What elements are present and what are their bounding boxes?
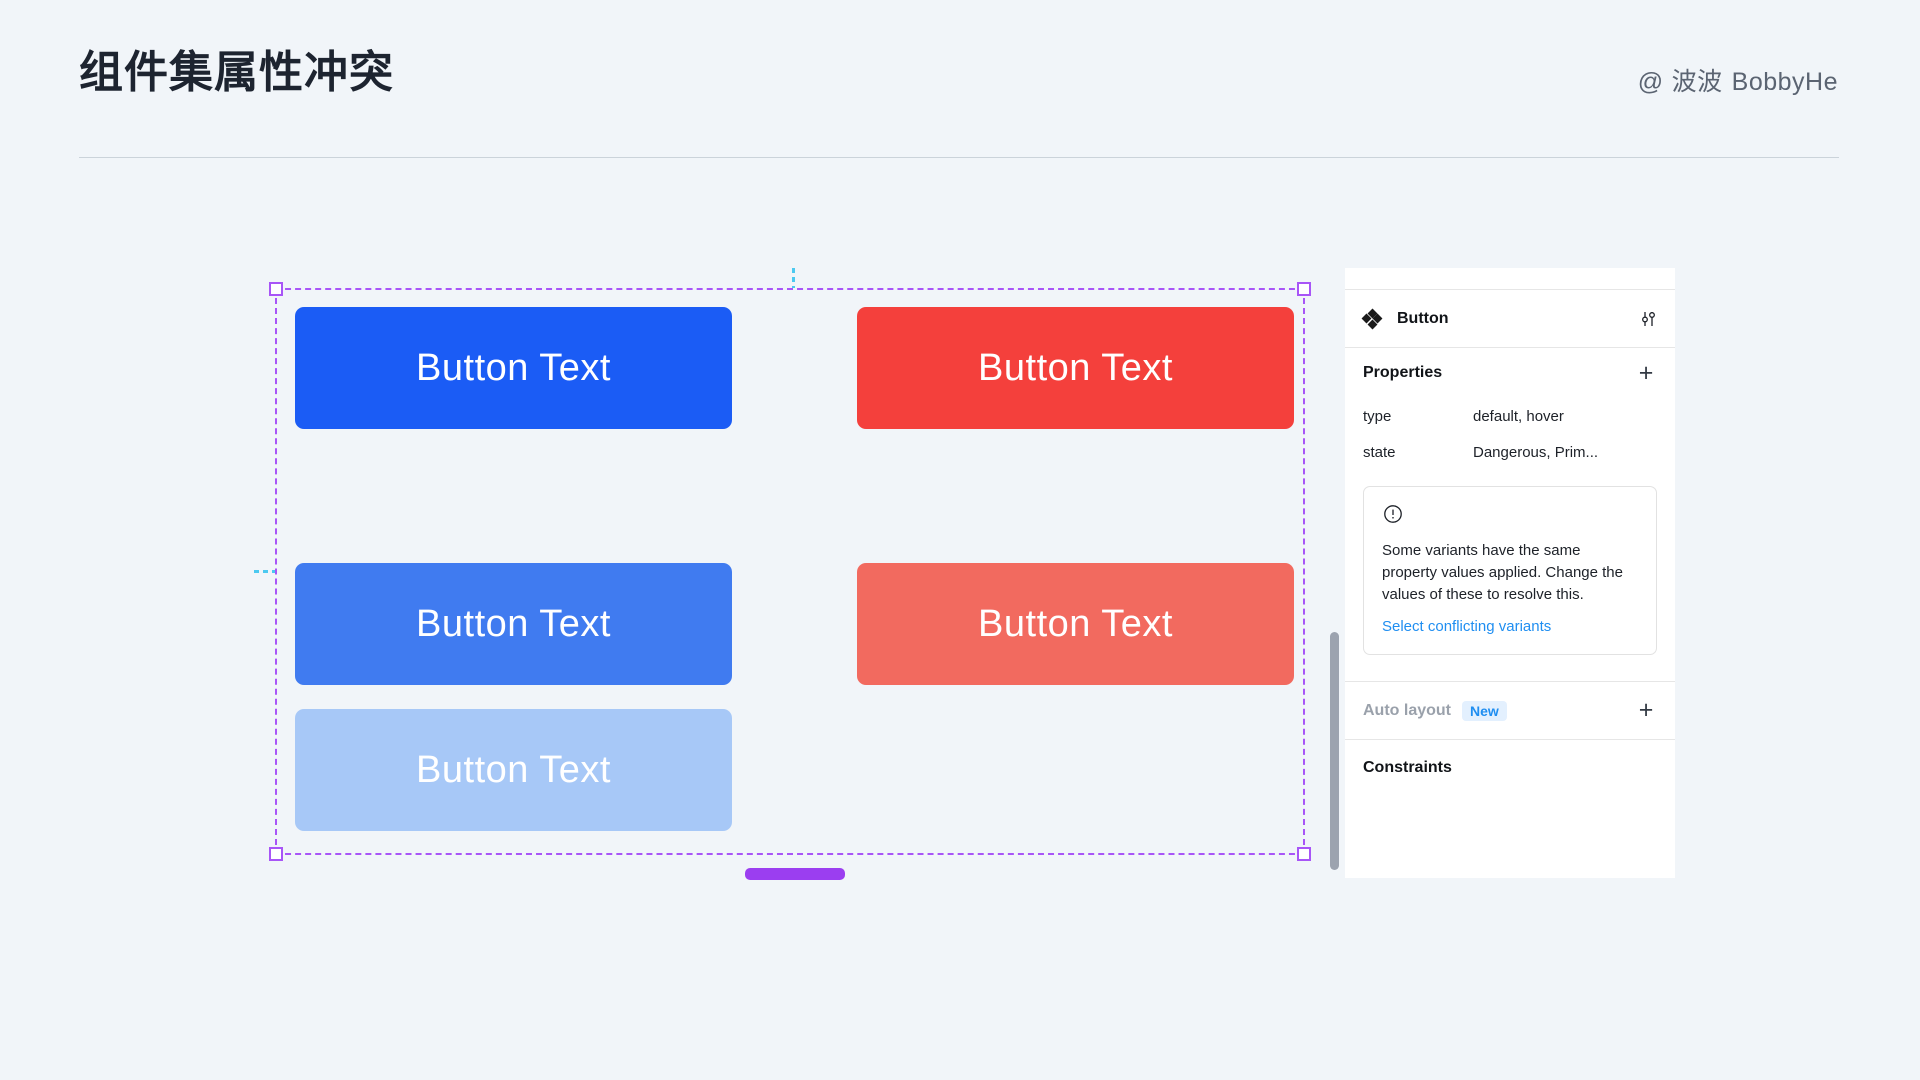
page-title: 组件集属性冲突 [79, 48, 394, 97]
constraints-section: Constraints [1345, 740, 1675, 796]
add-property-button[interactable]: + [1633, 360, 1659, 386]
property-value: default, hover [1473, 407, 1564, 425]
property-key: type [1363, 407, 1392, 425]
header-divider [79, 157, 1839, 158]
canvas-button-label: Button Text [416, 346, 611, 389]
canvas-button-label: Button Text [416, 748, 611, 791]
properties-title: Properties [1363, 364, 1443, 381]
auto-layout-new-badge: New [1462, 700, 1507, 721]
canvas-button-dangerous-hover[interactable]: Button Text [857, 563, 1294, 685]
canvas-button-label: Button Text [978, 602, 1173, 645]
property-value: Dangerous, Prim... [1473, 443, 1599, 461]
resize-handle-top-left[interactable] [269, 282, 283, 296]
property-row-type[interactable]: type default, hover [1345, 398, 1675, 434]
resize-handle-top-right[interactable] [1297, 282, 1311, 296]
canvas-scrollbar[interactable] [1330, 632, 1339, 870]
at-symbol: @ [1637, 68, 1664, 96]
auto-layout-label: Auto layout [1363, 701, 1451, 719]
canvas-button-label: Button Text [978, 346, 1173, 389]
property-row-state[interactable]: state Dangerous, Prim... [1345, 434, 1675, 470]
properties-panel: Button Properties + type default, hover [1345, 268, 1675, 878]
conflict-notice: Some variants have the same property val… [1363, 486, 1657, 656]
selected-node-row[interactable]: Button [1345, 290, 1675, 348]
resize-handle-bottom-right[interactable] [1297, 847, 1311, 861]
selected-node-name: Button [1397, 309, 1449, 327]
alignment-guide-top [792, 268, 795, 288]
author-name-cn: 波波 [1671, 68, 1723, 96]
canvas-button-dangerous-default[interactable]: Button Text [857, 307, 1294, 429]
properties-section-header: Properties + [1345, 348, 1675, 398]
add-auto-layout-button[interactable]: + [1633, 698, 1659, 724]
constraints-label: Constraints [1363, 759, 1452, 777]
select-conflicting-variants-link[interactable]: Select conflicting variants [1382, 618, 1551, 635]
canvas-button-label: Button Text [416, 602, 611, 645]
frame-label-bar [745, 868, 845, 880]
component-set-icon [1361, 308, 1383, 329]
author-name-en: BobbyHe [1731, 68, 1838, 96]
sliders-icon[interactable] [1639, 309, 1659, 329]
canvas-button-primary-hover[interactable]: Button Text [295, 563, 732, 685]
alert-circle-icon [1382, 503, 1638, 530]
alignment-guide-left [254, 570, 276, 573]
canvas-button-primary-disabled[interactable]: Button Text [295, 709, 732, 831]
auto-layout-section[interactable]: Auto layout New + [1345, 682, 1675, 741]
resize-handle-bottom-left[interactable] [269, 847, 283, 861]
canvas-button-primary-default[interactable]: Button Text [295, 307, 732, 429]
property-key: state [1363, 443, 1396, 461]
author-attribution: @ 波波 BobbyHe [1638, 62, 1838, 98]
conflict-notice-message: Some variants have the same property val… [1382, 542, 1623, 603]
panel-top-strip [1345, 268, 1675, 290]
slide-canvas: 组件集属性冲突 @ 波波 BobbyHe Button Text Button Te… [0, 0, 1920, 1080]
